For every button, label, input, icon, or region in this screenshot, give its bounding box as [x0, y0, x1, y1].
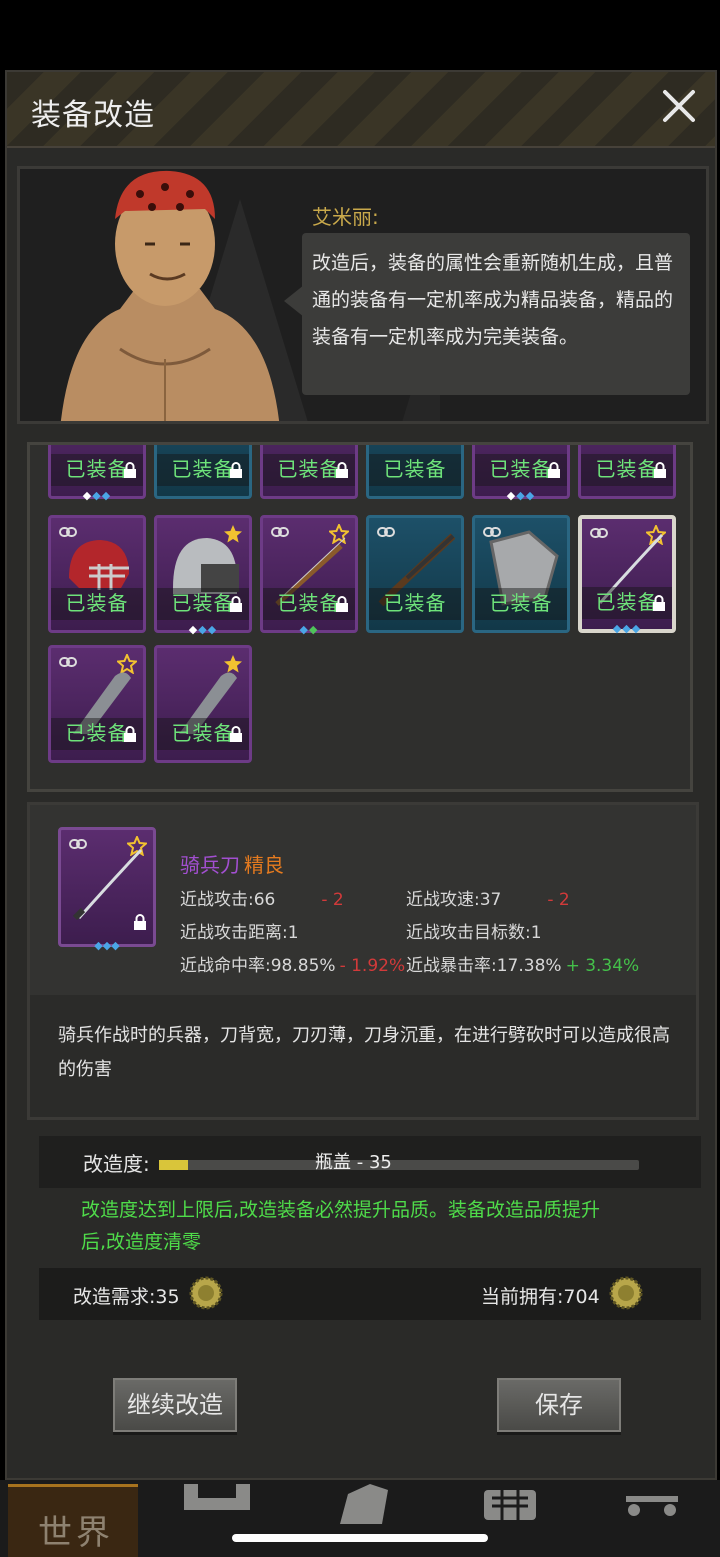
refine-progress-fill — [159, 1160, 188, 1170]
crafting-icon[interactable] — [482, 1484, 538, 1524]
npc-portrait — [60, 170, 280, 421]
lock-icon — [336, 462, 348, 478]
stat-melee-speed: 近战攻速:37- 2 — [406, 890, 570, 910]
refit-dialog: 装备改造 艾米丽: 改造后，装备的属性会重新随机生成，且普通的装备有一定机率成为… — [5, 70, 717, 1480]
continue-refit-button[interactable]: 继续改造 — [113, 1378, 237, 1432]
equipment-slot-helmet[interactable]: 已装备 — [48, 515, 146, 633]
gem-icons: ◆◆◆ — [188, 623, 218, 636]
equipped-label: 已装备 — [65, 591, 129, 615]
gem-icons: ◆◆◆ — [612, 622, 642, 635]
equipped-label: 已装备 — [489, 591, 553, 615]
stat-melee-attack: 近战攻击:66- 2 — [180, 890, 344, 910]
gem-icons: ◆◆◆ — [82, 489, 112, 502]
stat-melee-targets: 近战攻击目标数:1 — [406, 923, 542, 943]
bottle-cap-icon — [189, 1276, 223, 1310]
stat-melee-range: 近战攻击距离:1 — [180, 923, 299, 943]
equipment-slot[interactable]: 已装备 — [154, 445, 252, 499]
item-detail-panel: ◆◆◆ 骑兵刀 精良 近战攻击:66- 2 近战攻速:37- 2 近战攻击距离:1… — [27, 802, 699, 1120]
npc-name: 艾米丽: — [312, 205, 379, 229]
equipment-slot[interactable]: 已装备 — [260, 445, 358, 499]
nav-world-label: 世界 — [38, 1513, 114, 1553]
gem-icons: ◆◆◆ — [94, 939, 120, 952]
equipped-label: 已装备 — [383, 457, 447, 481]
backpack-icon[interactable] — [180, 1484, 254, 1524]
equipment-slot[interactable]: 已装备 ◆◆◆ — [472, 445, 570, 502]
vehicle-icon[interactable] — [624, 1484, 680, 1524]
dialog-title: 装备改造 — [31, 98, 155, 133]
lock-icon — [124, 726, 136, 742]
lock-icon — [230, 596, 242, 612]
close-icon[interactable] — [659, 86, 699, 126]
gem-icons: ◆◆ — [299, 623, 319, 636]
speech-tail — [284, 285, 304, 317]
stat-melee-crit: 近战暴击率:17.38% + 3.34% — [406, 956, 640, 976]
stat-melee-hit: 近战命中率:98.85% - 1.92% — [180, 956, 406, 976]
owned-amount: 当前拥有:704 — [481, 1286, 600, 1308]
item-description: 骑兵作战时的兵器，刀背宽，刀刃薄，刀身沉重，在进行劈砍时可以造成很高的伤害 — [58, 1025, 670, 1080]
title-bar: 装备改造 — [7, 72, 715, 148]
refine-progress-text: 瓶盖 - 35 — [315, 1152, 392, 1173]
lock-icon — [124, 462, 136, 478]
equipment-slot-saber-selected[interactable]: 已装备 ◆◆◆ — [578, 515, 676, 635]
lock-icon — [548, 462, 560, 478]
equipment-slot[interactable]: 已装备 — [578, 445, 676, 499]
item-name: 骑兵刀 精良 — [180, 853, 284, 877]
home-indicator[interactable] — [232, 1534, 488, 1542]
nav-world-tab[interactable]: 世界 — [8, 1484, 138, 1557]
bottle-cap-icon — [609, 1276, 643, 1310]
lock-icon — [230, 726, 242, 742]
equipment-slot-shotgun[interactable]: 已装备 — [366, 515, 464, 633]
selected-item-icon: ◆◆◆ — [58, 827, 156, 952]
gem-icons: ◆◆◆ — [506, 489, 536, 502]
lock-icon — [336, 596, 348, 612]
refine-label: 改造度: — [83, 1152, 150, 1176]
npc-panel: 艾米丽: 改造后，装备的属性会重新随机生成，且普通的装备有一定机率成为精品装备，… — [17, 166, 709, 424]
npc-speech: 改造后，装备的属性会重新随机生成，且普通的装备有一定机率成为精品装备，精品的装备… — [302, 233, 690, 395]
refine-cost: 改造需求:35 — [73, 1286, 180, 1308]
character-icon[interactable] — [330, 1484, 394, 1524]
equipment-slot-bow[interactable]: 已装备 ◆◆ — [260, 515, 358, 636]
lock-icon — [134, 914, 146, 930]
equipped-label: 已装备 — [383, 591, 447, 615]
lock-icon — [654, 462, 666, 478]
equipment-slot[interactable]: 已装备 ◆◆◆ — [48, 445, 146, 502]
refine-notice: 改造度达到上限后,改造装备必然提升品质。装备改造品质提升后,改造度清零 — [81, 1199, 601, 1253]
equipment-slot[interactable]: 已装备 — [366, 445, 464, 499]
cost-row: 改造需求:35 当前拥有:704 — [39, 1268, 701, 1320]
save-button[interactable]: 保存 — [497, 1378, 621, 1432]
equipment-grid: 已装备 ◆◆◆ 已装备 已装备 已装备 已装备 ◆◆◆ 已装备 已装备 已装备 … — [27, 442, 693, 792]
equipment-slot-shield[interactable]: 已装备 — [472, 515, 570, 633]
item-quality: 精良 — [244, 853, 284, 877]
equipment-slot-machete[interactable]: 已装备 — [48, 645, 146, 763]
equipment-slot-police-helmet[interactable]: 已装备 ◆◆◆ — [154, 515, 252, 636]
lock-icon — [230, 462, 242, 478]
equipment-slot-machete[interactable]: 已装备 — [154, 645, 252, 763]
bottom-nav: 世界 — [0, 1480, 720, 1557]
refine-progress-row: 改造度: 瓶盖 - 35 — [39, 1136, 701, 1188]
saber-icon — [72, 848, 143, 921]
refine-progress-bar — [159, 1160, 639, 1170]
lock-icon — [653, 595, 665, 611]
